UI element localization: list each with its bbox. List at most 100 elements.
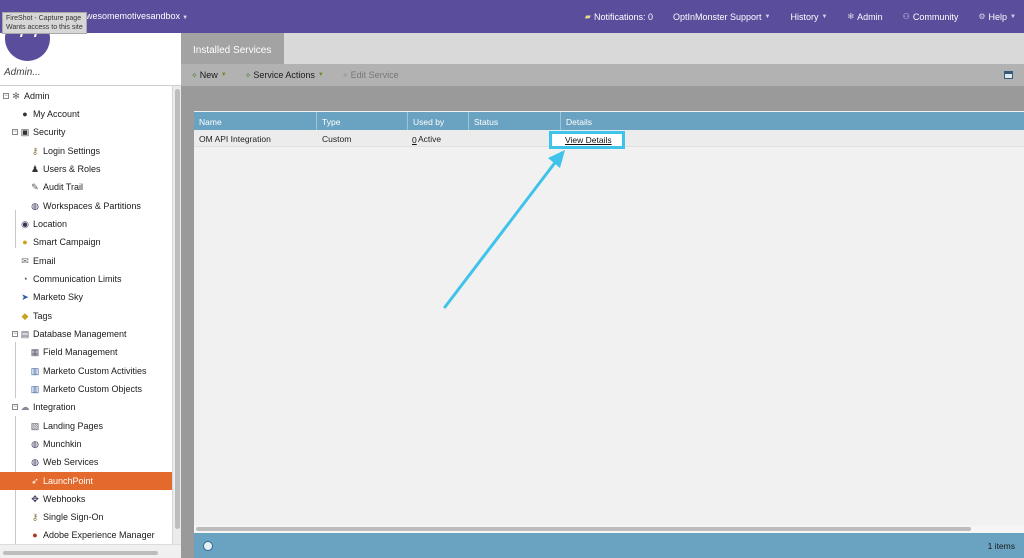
service-actions-label: Service Actions [253,70,315,80]
gear-icon: ✻ [847,12,855,21]
chevron-down-icon: ▼ [764,13,771,20]
collapse-icon[interactable]: − [12,331,18,337]
tree-item-label: Adobe Experience Manager [43,530,155,540]
tree-item-communication-limits[interactable]: ◔ Communication Limits [20,270,121,288]
scrollbar-thumb[interactable] [196,527,971,531]
tree-item-single-sign-on[interactable]: ⚷ Single Sign-On [30,508,104,526]
used-by-count-link[interactable]: 0 [412,135,417,145]
tree-item-label: Database Management [33,329,127,339]
tree-item-admin[interactable]: − ✻ Admin [3,87,50,105]
community-icon: ⚇ [902,12,910,21]
tree-item-label: Marketo Custom Objects [43,384,143,394]
tree-item-adobe-experience-manager[interactable]: ● Adobe Experience Manager [30,526,155,544]
tree-guide [15,210,16,248]
audit-icon: ✎ [31,182,39,192]
collapse-icon[interactable]: − [12,129,18,135]
community-link[interactable]: ⚇ Community [903,12,959,22]
support-menu[interactable]: OptInMonster Support ▼ [673,12,771,22]
services-grid [194,111,1024,533]
used-by-link[interactable] [195,130,413,147]
help-menu[interactable]: ⚙ Help ▼ [978,12,1016,22]
tree-item-webhooks[interactable]: ✥ Webhooks [30,490,85,508]
bulb-icon: ● [22,237,28,247]
tree-item-label: Marketo Custom Activities [43,366,147,376]
tree-item-smart-campaign[interactable]: ● Smart Campaign [20,233,100,251]
tree-item-label: Audit Trail [43,182,84,192]
tree-item-label: My Account [33,109,80,119]
custom-objects-icon: ▥ [30,384,40,394]
refresh-icon[interactable] [203,541,213,551]
tree-item-label: Munchkin [43,439,82,449]
grid-status-bar: 1 items [194,533,1024,558]
tree-item-custom-objects[interactable]: ▥ Marketo Custom Objects [30,380,142,398]
chevron-down-icon: ▼ [1010,13,1016,20]
munchkin-icon: ◍ [31,439,39,449]
tree-item-users-roles[interactable]: ♟ Users & Roles [30,160,101,178]
chevron-down-icon: ▼ [821,13,828,20]
notifications-link[interactable]: ▰ Notifications: 0 [585,12,653,22]
help-icon: ⚙ [978,12,986,21]
tree-item-custom-activities[interactable]: ▥ Marketo Custom Activities [30,362,147,380]
tree-item-integration[interactable]: − ☁ Integration [12,398,76,416]
edit-service-button[interactable]: ✧ Edit Service [342,70,399,80]
email-icon: ✉ [21,256,29,266]
tree-item-marketo-sky[interactable]: ➤ Marketo Sky [20,288,83,306]
tree-item-web-services[interactable]: ◍ Web Services [30,453,98,471]
limit-icon: ◔ [22,274,28,284]
tree-guide [15,342,16,398]
tree-item-label: Users & Roles [43,164,101,174]
admin-link[interactable]: ✻ Admin [847,12,882,22]
column-header-used-by[interactable]: Used by [408,112,469,130]
collapse-icon[interactable]: − [3,93,9,99]
column-header-type[interactable]: Type [317,112,408,130]
tree-item-audit-trail[interactable]: ✎ Audit Trail [30,178,83,196]
scrollbar-thumb[interactable] [3,551,158,555]
tree-item-label: Login Settings [43,146,101,156]
new-icon: ✧ [191,70,198,80]
column-header-name[interactable]: Name [194,112,317,130]
tree-item-workspaces[interactable]: ◍ Workspaces & Partitions [30,197,141,215]
tree-vertical-scrollbar[interactable] [172,86,181,544]
tree-item-label: LaunchPoint [43,476,94,486]
tree-item-launchpoint[interactable]: ➶ LaunchPoint [0,472,172,490]
workspace-name: wesomemotivesandbox [86,11,181,21]
tree-item-location[interactable]: ◉ Location [20,215,67,233]
lock-icon: ▣ [20,127,30,137]
view-details-link[interactable]: View Details [565,135,612,145]
tree-item-email[interactable]: ✉ Email [20,252,55,270]
tree-item-landing-pages[interactable]: ▧ Landing Pages [30,417,103,435]
tree-item-tags[interactable]: ◆ Tags [20,307,52,325]
workspace-selector[interactable]: wesomemotivesandbox ▼ [86,11,188,21]
notifications-icon: ▰ [584,12,591,21]
tree-item-label: Single Sign-On [43,512,104,522]
tree-item-my-account[interactable]: ● My Account [20,105,80,123]
web-services-icon: ◍ [31,457,39,467]
column-header-details[interactable]: Details [561,112,1024,130]
tooltip-line: Wants access to this site [6,24,83,31]
tree-item-security[interactable]: − ▣ Security [12,123,66,141]
service-actions-button[interactable]: ✧ Service Actions ▼ [245,70,324,80]
collapse-icon[interactable]: − [12,404,18,410]
landing-pages-icon: ▧ [30,421,40,431]
tab-installed-services[interactable]: Installed Services [181,33,284,64]
tree-item-label: Location [33,219,68,229]
tag-icon: ◆ [21,311,29,321]
toolbar: ✧ New ▼ ✧ Service Actions ▼ ✧ Edit Servi… [181,64,1024,86]
fireshot-tooltip: FireShot - Capture page Wants access to … [2,12,87,34]
column-header-status[interactable]: Status [469,112,561,130]
maximize-icon[interactable] [1004,71,1013,79]
grid-horizontal-scrollbar[interactable] [194,525,1024,533]
tree-item-label: Marketo Sky [33,292,84,302]
tree-horizontal-scrollbar[interactable] [0,544,181,558]
history-menu[interactable]: History ▼ [790,12,827,22]
tree-item-login-settings[interactable]: ⚷ Login Settings [30,142,100,160]
tree-item-field-management[interactable]: ▦ Field Management [30,343,118,361]
admin-label: Admin [857,11,883,22]
cloud-icon: ☁ [20,402,30,412]
tree-item-database-management[interactable]: − ▤ Database Management [12,325,127,343]
user-icon: ● [22,109,28,119]
key-icon: ⚷ [31,146,39,156]
scrollbar-thumb[interactable] [175,89,180,529]
tree-item-munchkin[interactable]: ◍ Munchkin [30,435,82,453]
new-button[interactable]: ✧ New ▼ [191,70,227,80]
